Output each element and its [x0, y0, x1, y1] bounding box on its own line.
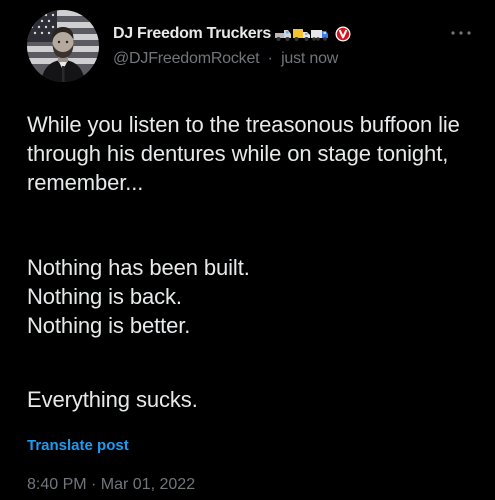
author-name-row[interactable]: DJ Freedom Truckers: [113, 24, 351, 44]
articulated-lorry-emoji: [310, 29, 328, 41]
author-handle-row: @DJFreedomRocket · just now: [113, 50, 338, 68]
more-dots-icon[interactable]: [449, 28, 473, 38]
post-paragraph-3: Everything sucks.: [27, 387, 198, 412]
pickup-truck-emoji: [274, 29, 291, 41]
delivery-truck-emoji: [292, 28, 310, 41]
avatar-image: [27, 10, 99, 82]
author-handle[interactable]: @DJFreedomRocket: [113, 50, 260, 67]
translate-post-link[interactable]: Translate post: [27, 437, 129, 454]
author-display-name[interactable]: DJ Freedom Truckers: [113, 25, 271, 43]
red-circle-v-badge-icon: [335, 26, 351, 42]
avatar[interactable]: [27, 10, 99, 82]
post-paragraph-2: Nothing has been built. Nothing is back.…: [27, 255, 250, 338]
relative-time[interactable]: just now: [281, 50, 338, 67]
name-emoji-strip: [274, 28, 328, 41]
handle-separator: ·: [267, 50, 273, 67]
post-timestamp[interactable]: 8:40 PM · Mar 01, 2022: [27, 476, 195, 494]
post: DJ Freedom Truckers @DJFreedomRocket · j…: [0, 0, 495, 500]
post-paragraph-1: While you listen to the treasonous buffo…: [27, 112, 460, 195]
